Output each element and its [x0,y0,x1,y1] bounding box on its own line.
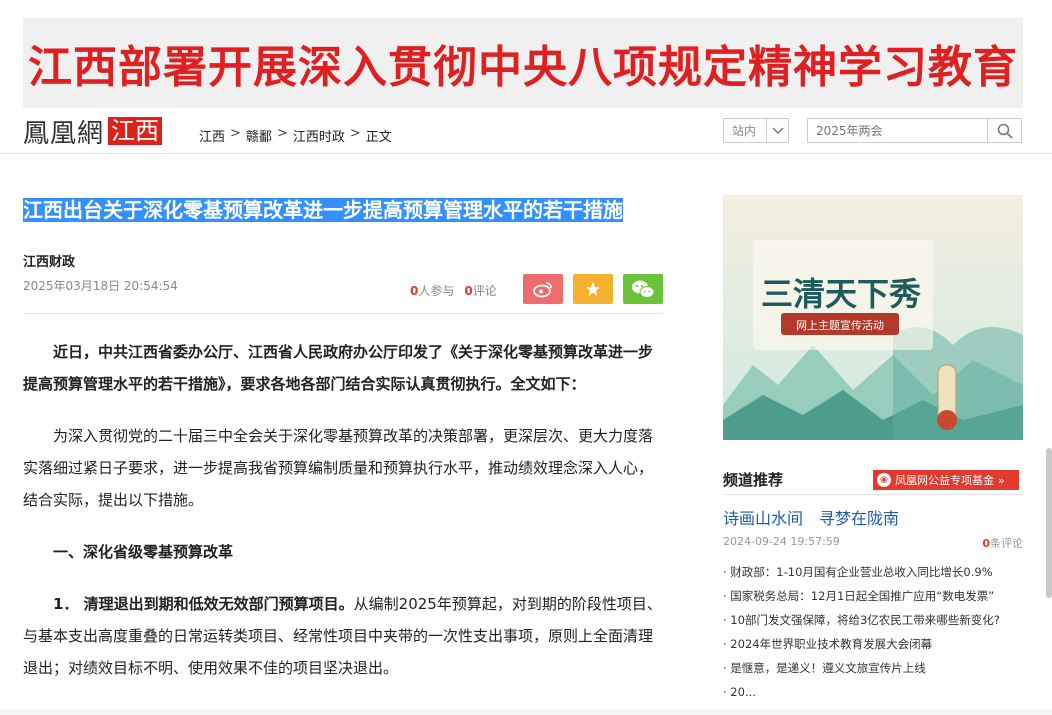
article-intro-paragraph: 为深入贯彻党的二十届三中全会关于深化零基预算改革的决策部署，更深层次、更大力度落… [23,427,654,509]
article-meta: 2025年03月18日 20:54:54 0人参与 0评论 [23,274,663,314]
breadcrumb-sep: > [230,126,241,141]
article: 江西出台关于深化零基预算改革进一步提高预算管理水平的若干措施 江西财政 2025… [23,195,663,684]
news-item[interactable]: · 国家税务总局：12月1日起全国推广应用“数电发票” [723,584,1023,608]
ad-illustration: 三清天下秀 网上主题宣传活动 [723,195,1023,440]
news-item[interactable]: · 财政部：1-10月国有企业营业总收入同比增长0.9% [723,560,1023,584]
search-box [807,118,1022,143]
horizontal-scrollbar[interactable] [0,709,1052,715]
fund-badge-label: 凤凰网公益专项基金 [895,474,994,487]
ad-subtitle: 网上主题宣传活动 [796,318,884,332]
sidebar-ad-banner[interactable]: 三清天下秀 网上主题宣传活动 [723,195,1023,440]
logo-main: 鳳凰網 [23,118,105,149]
channel-recommend-header: 频道推荐 ❀ 凤凰网公益专项基金 » [723,463,1023,495]
site-header: 鳳凰網 江西 江西 > 赣鄱 > 江西时政 > 正文 站内 [0,110,1052,154]
news-item[interactable]: · 是惬意，是递义！遵义文旅宣传片上线 [723,656,1023,680]
search-icon [997,123,1013,139]
share-weibo-button[interactable] [523,274,563,304]
section-heading: 一、深化省级零基预算改革 [53,543,234,561]
breadcrumb-sep: > [276,126,288,141]
breadcrumb-politics[interactable]: 江西时政 [293,126,345,145]
feature-link[interactable]: 诗画山水间 寻梦在陇南 [723,505,899,529]
breadcrumb-sep: > [349,126,361,141]
news-item[interactable]: · 2024年世界职业技术教育发展大会闭幕 [723,632,1023,656]
banner-headline[interactable]: 江西部署开展深入贯彻中央八项规定精神学习教育 [28,31,1018,95]
article-title-text: 江西出台关于深化零基预算改革进一步提高预算管理水平的若干措施 [23,198,623,222]
top-banner[interactable]: 江西部署开展深入贯彻中央八项规定精神学习教育 [23,18,1023,108]
search-input[interactable] [808,119,988,142]
public-fund-badge[interactable]: ❀ 凤凰网公益专项基金 » [873,470,1019,490]
feature-meta: 2024-09-24 19:57:59 0条评论 [723,535,1023,551]
weibo-icon [533,282,552,298]
feature-date: 2024-09-24 19:57:59 [723,535,840,548]
phoenix-logo-icon: ❀ [877,473,891,487]
article-item-paragraph: 1． 清理退出到期和低效无效部门预算项目。从编制2025年预算起，对到期的阶段性… [23,588,663,684]
participants-count[interactable]: 0人参与 [410,282,454,299]
article-date: 2025年03月18日 20:54:54 [23,279,178,293]
article-title: 江西出台关于深化零基预算改革进一步提高预算管理水平的若干措施 [23,195,663,225]
article-lead-paragraph: 近日，中共江西省委办公厅、江西省人民政府办公厅印发了《关于深化零基预算改革进一步… [23,343,654,393]
breadcrumb: 江西 > 赣鄱 > 江西时政 > 正文 [199,126,392,145]
channel-recommend-title: 频道推荐 [723,471,784,489]
breadcrumb-current: 正文 [365,130,392,145]
article-counts: 0人参与 0评论 [410,282,497,299]
scrollbar-thumb[interactable] [1046,448,1052,598]
news-list: · 财政部：1-10月国有企业营业总收入同比增长0.9% · 国家税务总局：12… [723,560,1023,704]
favorite-button[interactable] [573,274,613,304]
wechat-icon [632,280,655,298]
news-item[interactable]: · 10部门发文强保障，将给3亿农民工带来哪些新变化? [723,608,1023,632]
breadcrumb-ganpo[interactable]: 赣鄱 [246,126,272,145]
ad-title: 三清天下秀 [761,275,921,313]
breadcrumb-jiangxi[interactable]: 江西 [199,126,225,145]
item-heading: 1． 清理退出到期和低效无效部门预算项目。 [53,595,354,613]
site-logo[interactable]: 鳳凰網 江西 [23,116,163,149]
chevron-down-icon[interactable] [766,119,788,142]
star-icon [586,282,600,296]
feature-comments[interactable]: 0条评论 [982,535,1023,551]
comments-count[interactable]: 0评论 [464,282,496,299]
logo-region: 江西 [108,117,163,145]
news-item[interactable]: · 20... [723,680,1023,704]
double-chevron-right-icon: » [998,473,1005,487]
share-wechat-button[interactable] [623,274,663,304]
site-scope-label: 站内 [732,124,757,138]
site-scope-select[interactable]: 站内 [723,118,789,143]
search-button[interactable] [987,119,1021,142]
article-source: 江西财政 [23,255,76,270]
